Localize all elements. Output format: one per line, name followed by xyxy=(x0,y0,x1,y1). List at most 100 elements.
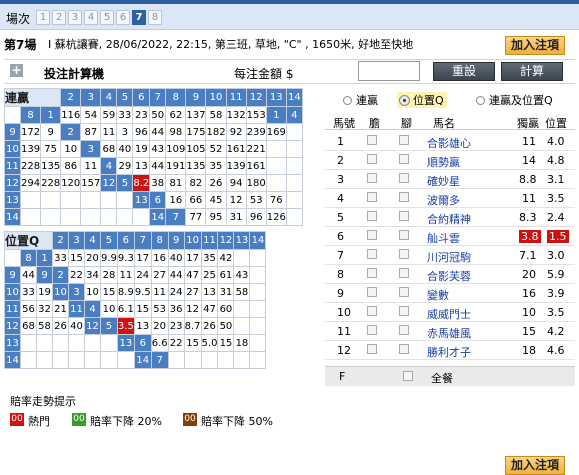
qin-odds-cell[interactable]: 75 xyxy=(40,140,62,158)
qin-odds-cell[interactable]: 44 xyxy=(149,123,167,141)
qin-odds-cell[interactable] xyxy=(116,208,134,226)
qin-odds-cell[interactable]: 132 xyxy=(225,106,247,124)
qin-odds-cell[interactable]: 50 xyxy=(149,106,167,124)
qin-odds-cell[interactable]: 9 xyxy=(40,123,62,141)
qin-odds-cell[interactable]: 94 xyxy=(225,174,247,192)
banker-checkbox[interactable] xyxy=(367,249,377,259)
qin-odds-cell[interactable]: 77 xyxy=(185,208,207,226)
qin-odds-cell[interactable]: 139 xyxy=(225,157,247,175)
plc-odds-cell[interactable]: 32 xyxy=(36,300,53,318)
plc-odds-cell[interactable]: 12 xyxy=(183,300,202,318)
qin-odds-cell[interactable] xyxy=(265,157,287,175)
banker-checkbox[interactable] xyxy=(367,306,377,316)
plc-odds-cell[interactable]: 58 xyxy=(233,283,251,301)
qin-odds-cell[interactable]: 43 xyxy=(149,140,167,158)
qin-odds-cell[interactable]: 180 xyxy=(245,174,267,192)
plc-odds-cell[interactable] xyxy=(116,351,135,369)
qin-odds-cell[interactable] xyxy=(19,208,42,226)
plc-odds-cell[interactable] xyxy=(183,351,202,369)
horse-name-link[interactable]: 威威門士 xyxy=(427,306,471,322)
qin-odds-cell[interactable]: 66 xyxy=(185,191,207,209)
qin-odds-cell[interactable]: 120 xyxy=(60,174,82,192)
plc-odds-cell[interactable] xyxy=(52,334,69,352)
qin-odds-cell[interactable]: 33 xyxy=(116,106,134,124)
plc-odds-cell[interactable]: 17 xyxy=(183,249,202,267)
qin-odds-cell[interactable]: 3 xyxy=(116,123,134,141)
qin-odds-cell[interactable] xyxy=(116,191,134,209)
qin-odds-cell[interactable] xyxy=(60,208,82,226)
qin-odds-cell[interactable]: 239 xyxy=(245,123,267,141)
plc-odds-cell[interactable]: 6.6 xyxy=(150,334,169,352)
radio-quinella-place[interactable]: 位置Q xyxy=(397,92,447,108)
radio-both[interactable]: 連贏及位置Q xyxy=(476,92,553,108)
horse-name-link[interactable]: 合影芙蓉 xyxy=(427,268,471,284)
qin-odds-cell[interactable]: 58 xyxy=(205,106,227,124)
plc-odds-cell[interactable]: 22 xyxy=(167,334,185,352)
qin-odds-cell[interactable]: 52 xyxy=(205,140,227,158)
add-bet-button-top[interactable]: 加入注項 xyxy=(505,36,565,55)
plc-odds-cell[interactable]: 61 xyxy=(217,266,235,284)
qin-odds-cell[interactable]: 12 xyxy=(225,191,247,209)
plc-odds-cell[interactable]: 6.1 xyxy=(116,300,135,318)
plc-odds-cell[interactable] xyxy=(20,334,37,352)
plc-odds-cell[interactable] xyxy=(4,249,21,267)
plc-odds-cell[interactable] xyxy=(52,351,69,369)
qin-odds-cell[interactable]: 87 xyxy=(80,123,102,141)
qin-odds-cell[interactable]: 82 xyxy=(185,174,207,192)
qin-odds-cell[interactable] xyxy=(80,191,102,209)
banker-checkbox[interactable] xyxy=(367,325,377,335)
race-tab-5[interactable]: 5 xyxy=(100,10,114,25)
qin-odds-cell[interactable]: 98 xyxy=(165,123,187,141)
plc-odds-cell[interactable]: 27 xyxy=(150,266,169,284)
plc-odds-cell[interactable] xyxy=(20,351,37,369)
qin-odds-cell[interactable] xyxy=(40,208,62,226)
plc-odds-cell[interactable]: 15 xyxy=(133,300,152,318)
plc-odds-cell[interactable]: 43 xyxy=(233,266,251,284)
plc-odds-cell[interactable]: 20 xyxy=(84,249,101,267)
qin-odds-cell[interactable]: 96 xyxy=(245,208,267,226)
qin-odds-cell[interactable]: 26 xyxy=(205,174,227,192)
leg-checkbox[interactable] xyxy=(399,230,409,240)
qin-odds-cell[interactable] xyxy=(285,174,303,192)
leg-checkbox[interactable] xyxy=(399,192,409,202)
plc-odds-cell[interactable]: 8.7 xyxy=(183,317,202,335)
banker-checkbox[interactable] xyxy=(367,192,377,202)
plc-odds-cell[interactable]: 15 xyxy=(183,334,202,352)
qin-odds-cell[interactable]: 68 xyxy=(100,140,118,158)
plc-odds-cell[interactable]: 24 xyxy=(167,283,185,301)
plc-odds-cell[interactable]: 10 xyxy=(84,283,101,301)
plc-odds-cell[interactable]: 21 xyxy=(52,300,69,318)
qin-odds-cell[interactable]: 29 xyxy=(116,157,134,175)
qin-odds-cell[interactable]: 153 xyxy=(245,106,267,124)
plc-odds-cell[interactable]: 13 xyxy=(200,283,219,301)
horse-name-link[interactable]: 合約精神 xyxy=(427,211,471,227)
plc-odds-cell[interactable]: 35 xyxy=(200,249,219,267)
qin-odds-cell[interactable]: 16 xyxy=(165,191,187,209)
qin-odds-cell[interactable]: 228 xyxy=(40,174,62,192)
qin-odds-cell[interactable]: 96 xyxy=(132,123,151,141)
qin-odds-cell[interactable]: 45 xyxy=(205,191,227,209)
plc-odds-cell[interactable] xyxy=(233,300,251,318)
plc-odds-cell[interactable]: 23 xyxy=(167,317,185,335)
plc-odds-cell[interactable]: 9.5 xyxy=(133,283,152,301)
qin-odds-cell[interactable]: 44 xyxy=(149,157,167,175)
horse-name-link[interactable]: 合影雄心 xyxy=(427,135,471,151)
plc-odds-cell[interactable]: 11 xyxy=(150,283,169,301)
banker-checkbox[interactable] xyxy=(367,268,377,278)
leg-checkbox[interactable] xyxy=(399,325,409,335)
plc-odds-cell[interactable]: 8.9 xyxy=(116,283,135,301)
plc-odds-cell[interactable]: 47 xyxy=(200,300,219,318)
race-tab-1[interactable]: 1 xyxy=(36,10,50,25)
qin-odds-cell[interactable] xyxy=(265,174,287,192)
qin-odds-cell[interactable]: 35 xyxy=(205,157,227,175)
qin-odds-cell[interactable]: 59 xyxy=(100,106,118,124)
leg-checkbox[interactable] xyxy=(399,268,409,278)
qin-odds-cell[interactable]: 92 xyxy=(225,123,247,141)
reset-button[interactable]: 重設 xyxy=(433,62,495,81)
qin-odds-cell[interactable]: 76 xyxy=(265,191,287,209)
qin-odds-cell[interactable]: 19 xyxy=(132,140,151,158)
plc-odds-cell[interactable]: 9.3 xyxy=(116,249,135,267)
horse-name-link[interactable]: 確妙星 xyxy=(427,173,460,189)
qin-odds-cell[interactable] xyxy=(285,208,303,226)
qin-odds-cell[interactable] xyxy=(285,123,303,141)
